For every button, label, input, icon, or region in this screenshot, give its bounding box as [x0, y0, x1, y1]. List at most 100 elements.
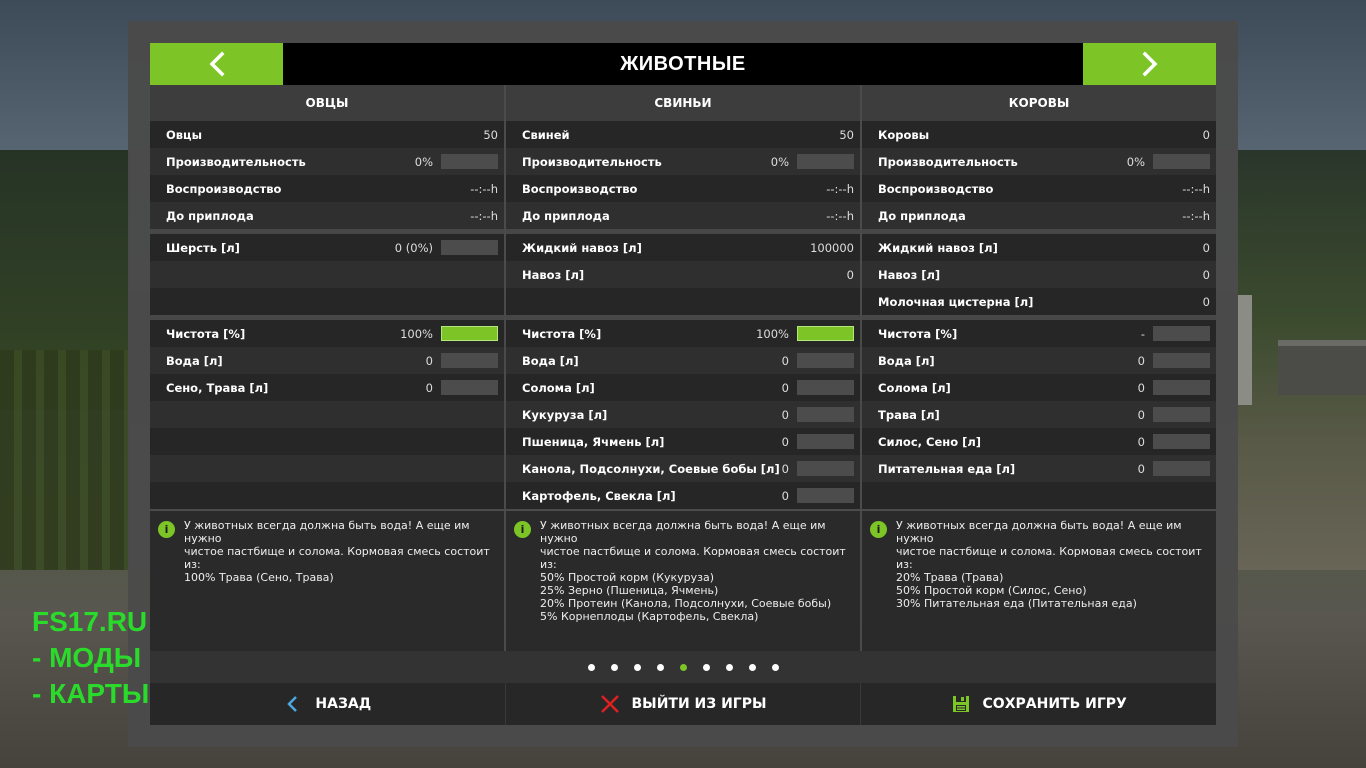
page-dot[interactable]	[610, 663, 618, 671]
stat-label: Кукуруза [л]	[522, 407, 608, 422]
stat-row: Солома [л] 0	[506, 374, 860, 401]
level-bar	[441, 154, 498, 169]
chevron-left-icon	[209, 51, 224, 77]
level-bar	[797, 461, 854, 476]
watermark-line: - МОДЫ	[32, 642, 142, 673]
stat-label: До приплода	[878, 208, 966, 223]
stat-value: --:--h	[826, 181, 854, 196]
level-bar	[797, 407, 854, 422]
quit-game-button[interactable]: ВЫЙТИ ИЗ ИГРЫ	[506, 683, 862, 725]
level-bar	[797, 380, 854, 395]
stat-row: Воспроизводство --:--h	[862, 175, 1216, 202]
column-header: ОВЦЫ	[150, 85, 504, 121]
stat-label: Вода [л]	[522, 353, 579, 368]
stat-row	[150, 428, 504, 455]
stat-row: Навоз [л] 0	[862, 261, 1216, 288]
header-bar: ЖИВОТНЫЕ	[150, 43, 1216, 85]
stat-row: Кукуруза [л] 0	[506, 401, 860, 428]
stat-value: 100%	[400, 326, 433, 341]
level-bar-fill	[797, 326, 854, 341]
stat-label: Питательная еда [л]	[878, 461, 1016, 476]
stat-value: 0 (0%)	[394, 240, 433, 255]
page-indicator	[150, 651, 1216, 683]
stat-value: 0	[1137, 407, 1145, 422]
stat-label: Канола, Подсолнухи, Соевые бобы [л]	[522, 461, 780, 476]
stat-value: 0	[781, 407, 789, 422]
stat-row: Силос, Сено [л] 0	[862, 428, 1216, 455]
level-bar	[441, 240, 498, 255]
page-dot[interactable]	[748, 663, 756, 671]
stat-value: 0	[1137, 461, 1145, 476]
stat-label: Овцы	[166, 127, 202, 142]
page-dot[interactable]	[656, 663, 664, 671]
stat-value: 0	[1137, 380, 1145, 395]
stat-value: 0	[1202, 127, 1210, 142]
stat-label: Солома [л]	[878, 380, 951, 395]
level-bar	[441, 380, 498, 395]
stat-row: До приплода --:--h	[150, 202, 504, 229]
page-dot[interactable]	[725, 663, 733, 671]
background-barn	[1278, 340, 1366, 395]
back-button[interactable]: НАЗАД	[150, 683, 506, 725]
stat-label: Производительность	[166, 154, 306, 169]
stat-row: Воспроизводство --:--h	[150, 175, 504, 202]
page-dot[interactable]	[587, 663, 595, 671]
stat-label: Солома [л]	[522, 380, 595, 395]
quit-game-label: ВЫЙТИ ИЗ ИГРЫ	[631, 696, 767, 712]
stat-label: Жидкий навоз [л]	[878, 240, 998, 255]
stat-value: --:--h	[470, 208, 498, 223]
stat-row: Свиней 50	[506, 121, 860, 148]
stat-value: 0	[1202, 240, 1210, 255]
stat-label: Сено, Трава [л]	[166, 380, 269, 395]
watermark-line: FS17.RU	[32, 606, 148, 637]
stat-value: 0%	[1126, 154, 1145, 169]
stat-row: До приплода --:--h	[862, 202, 1216, 229]
stat-label: До приплода	[522, 208, 610, 223]
stat-row	[862, 482, 1216, 509]
stat-value: 0	[1137, 353, 1145, 368]
page-dot[interactable]	[702, 663, 710, 671]
page-dot[interactable]	[633, 663, 641, 671]
stat-row: Вода [л] 0	[862, 347, 1216, 374]
stat-row	[150, 261, 504, 288]
level-bar	[1153, 154, 1210, 169]
level-bar	[1153, 407, 1210, 422]
chevron-left-icon	[287, 696, 298, 712]
stat-label: Молочная цистерна [л]	[878, 294, 1034, 309]
stat-label: Чистота [%]	[878, 326, 958, 341]
info-icon: i	[870, 521, 887, 538]
page-dot[interactable]	[679, 663, 687, 671]
stat-label: Воспроизводство	[522, 181, 638, 196]
animals-panel: ЖИВОТНЫЕ ОВЦЫ Овцы 50 Производительность 0% В…	[150, 43, 1216, 725]
level-bar	[797, 488, 854, 503]
stat-row: Производительность 0%	[862, 148, 1216, 175]
stat-row: Картофель, Свекла [л] 0	[506, 482, 860, 509]
stat-row: Коровы 0	[862, 121, 1216, 148]
stat-row: Трава [л] 0	[862, 401, 1216, 428]
page-dot[interactable]	[771, 663, 779, 671]
stat-row: Питательная еда [л] 0	[862, 455, 1216, 482]
stat-row: Овцы 50	[150, 121, 504, 148]
animal-column: ОВЦЫ Овцы 50 Производительность 0% Воспроизво…	[150, 85, 504, 651]
level-bar	[1153, 353, 1210, 368]
level-bar	[1153, 434, 1210, 449]
stat-row: Сено, Трава [л] 0	[150, 374, 504, 401]
save-game-button[interactable]: СОХРАНИТЬ ИГРУ	[861, 683, 1216, 725]
prev-page-button[interactable]	[150, 43, 283, 85]
stat-value: 0	[1202, 267, 1210, 282]
stat-label: Воспроизводство	[166, 181, 282, 196]
stat-row: Канола, Подсолнухи, Соевые бобы [л] 0	[506, 455, 860, 482]
stat-row: Чистота [%] -	[862, 320, 1216, 347]
stat-row: Производительность 0%	[150, 148, 504, 175]
next-page-button[interactable]	[1083, 43, 1216, 85]
page-title: ЖИВОТНЫЕ	[620, 52, 746, 75]
stat-row: Вода [л] 0	[150, 347, 504, 374]
stat-row: Вода [л] 0	[506, 347, 860, 374]
column-header: КОРОВЫ	[862, 85, 1216, 121]
chevron-right-icon	[1142, 51, 1157, 77]
stat-label: Коровы	[878, 127, 930, 142]
stat-row: Воспроизводство --:--h	[506, 175, 860, 202]
level-bar	[441, 353, 498, 368]
stat-row	[506, 288, 860, 315]
stat-value: 0	[425, 380, 433, 395]
